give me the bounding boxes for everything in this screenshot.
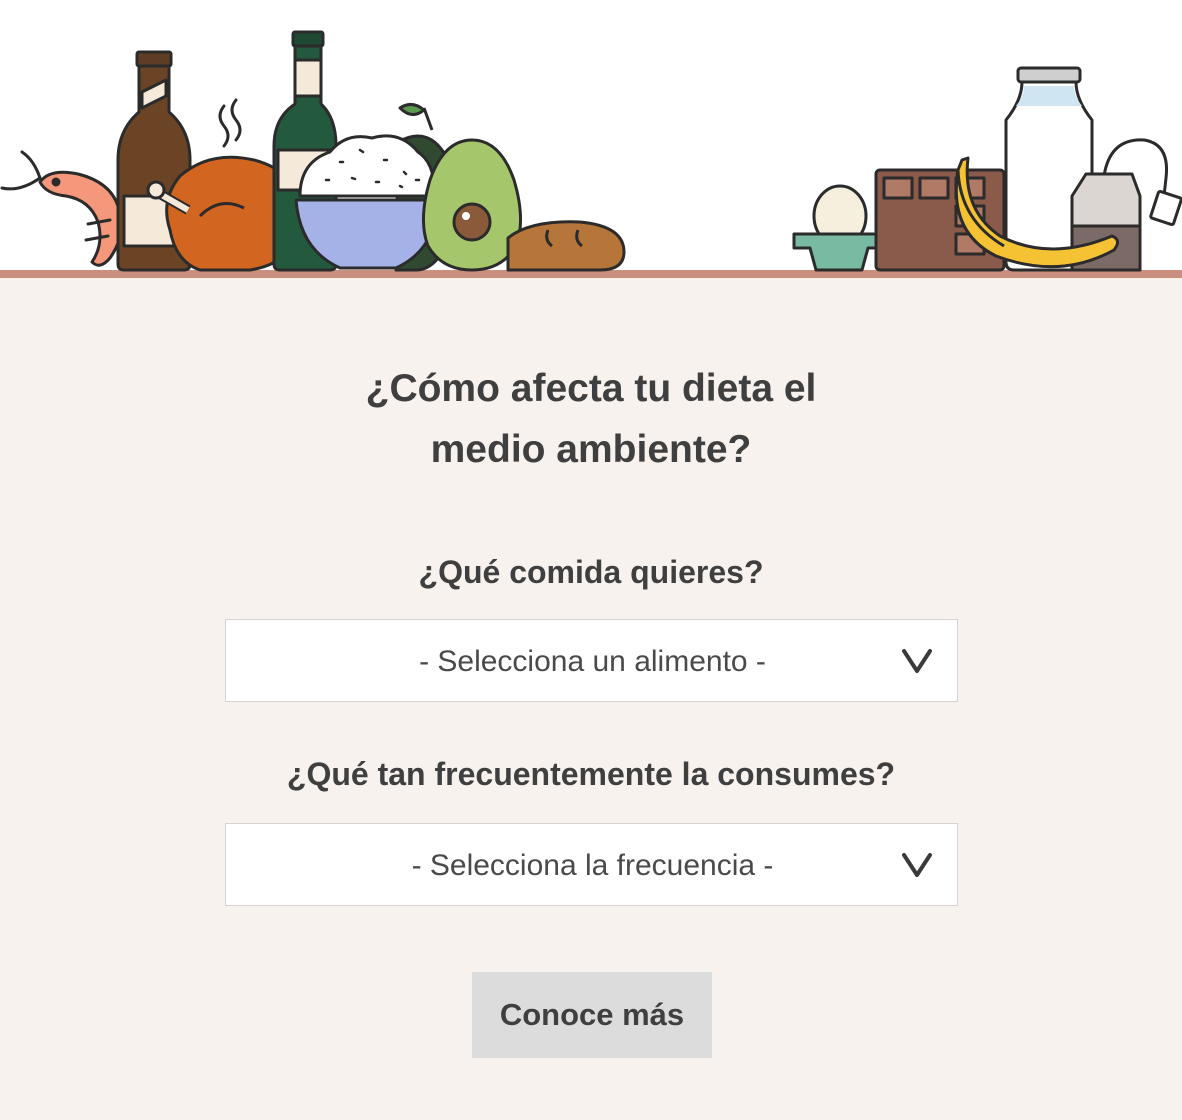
shrimp-icon — [0, 150, 124, 267]
food-select-value: - Selecciona un alimento - — [419, 645, 766, 678]
main-content: ¿Cómo afecta tu dieta el medio ambiente?… — [0, 278, 1182, 1120]
chevron-down-icon — [902, 853, 932, 877]
page-title: ¿Cómo afecta tu dieta el medio ambiente? — [0, 358, 1182, 480]
food-question-label: ¿Qué comida quieres? — [418, 554, 764, 590]
bread-icon — [506, 220, 626, 272]
food-select[interactable]: - Selecciona un alimento - — [225, 619, 958, 702]
steam-icon — [218, 98, 242, 148]
frequency-select[interactable]: - Selecciona la frecuencia - — [225, 823, 958, 906]
page-title-line-2: medio ambiente? — [430, 428, 752, 471]
hero-illustration — [0, 0, 1182, 278]
page-title-line-1: ¿Cómo afecta tu dieta el — [365, 367, 817, 410]
chocolate-icon — [874, 168, 1006, 272]
learn-more-button[interactable]: Conoce más — [472, 972, 712, 1058]
avocado-icon — [421, 138, 523, 272]
frequency-select-value: - Selecciona la frecuencia - — [411, 849, 774, 882]
chevron-down-icon — [902, 649, 932, 673]
frequency-question-label: ¿Qué tan frecuentemente la consumes? — [286, 756, 896, 792]
